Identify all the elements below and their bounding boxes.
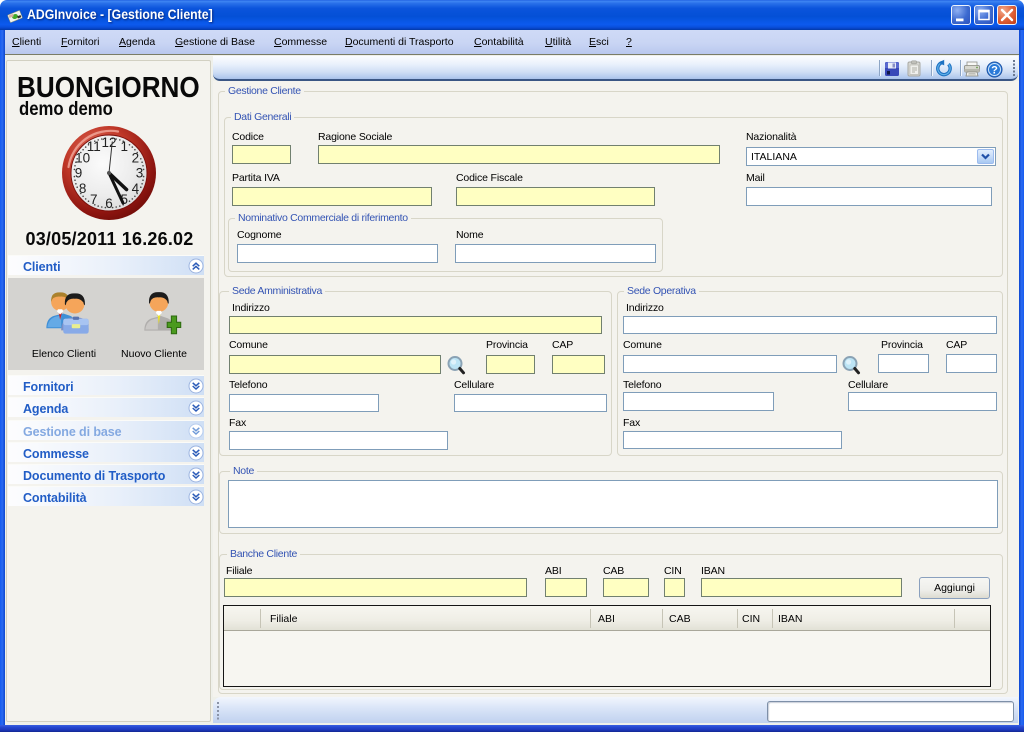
- svg-text:8: 8: [79, 181, 87, 196]
- svg-text:12: 12: [101, 135, 116, 150]
- svg-text:9: 9: [75, 166, 83, 181]
- svg-text:2: 2: [132, 150, 140, 165]
- svg-text:7: 7: [90, 192, 98, 207]
- svg-text:1: 1: [120, 139, 128, 154]
- svg-text:11: 11: [87, 139, 101, 154]
- svg-text:4: 4: [132, 181, 140, 196]
- svg-text:?: ?: [991, 65, 998, 77]
- svg-text:6: 6: [105, 196, 113, 211]
- svg-text:3: 3: [136, 166, 144, 181]
